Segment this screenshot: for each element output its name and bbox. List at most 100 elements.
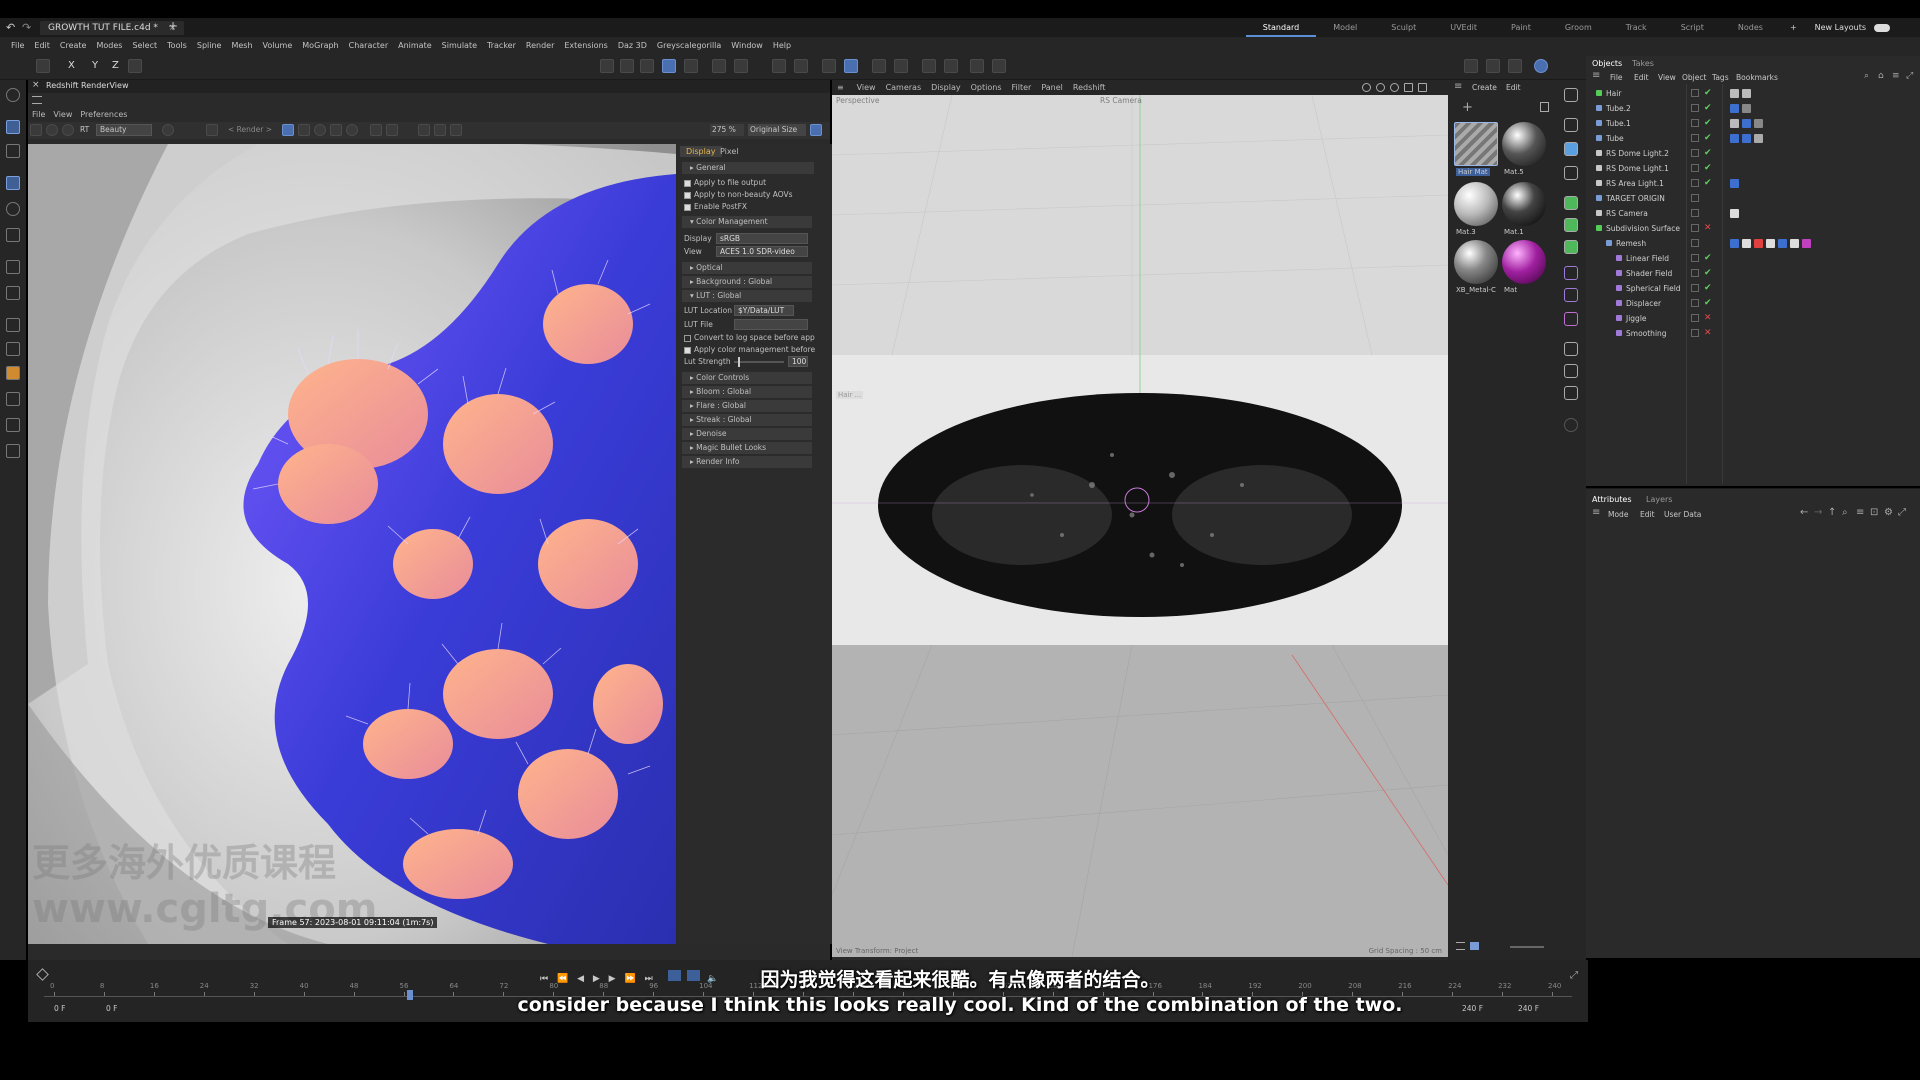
interactive-render-icon[interactable] xyxy=(1534,59,1548,73)
menu-daz-3d[interactable]: Daz 3D xyxy=(613,37,652,54)
layer-flag-icon[interactable] xyxy=(1691,134,1699,142)
object-row[interactable]: RS Dome Light.1 ✔ xyxy=(1586,161,1920,176)
menu-help[interactable]: Help xyxy=(768,37,796,54)
section-denoise[interactable]: ▸ Denoise xyxy=(682,428,812,440)
object-row[interactable]: Displacer ✔ xyxy=(1586,296,1920,311)
snapshot-icon[interactable] xyxy=(30,124,42,136)
volume-icon[interactable] xyxy=(1564,288,1578,302)
search-icon[interactable] xyxy=(6,88,20,102)
axis-y-button[interactable]: Y xyxy=(92,60,98,71)
enabled-check-icon[interactable]: ✔ xyxy=(1704,251,1712,266)
cube-icon[interactable] xyxy=(1564,142,1578,156)
expand-icon[interactable]: ⤢ xyxy=(1906,71,1913,81)
section-general[interactable]: ▸ General xyxy=(682,162,814,174)
enabled-check-icon[interactable]: ✔ xyxy=(1704,281,1712,296)
menu-create[interactable]: Create xyxy=(55,37,92,54)
layer-flag-icon[interactable] xyxy=(1691,194,1699,202)
axis-tool-icon[interactable] xyxy=(6,286,20,300)
viewport-menu-display[interactable]: Display xyxy=(926,83,966,92)
axis-z-button[interactable]: Z xyxy=(112,60,119,71)
menu-greyscalegorilla[interactable]: Greyscalegorilla xyxy=(652,37,726,54)
render-region-icon[interactable] xyxy=(872,59,886,73)
render-dropdown[interactable]: < Render > xyxy=(228,125,272,134)
model-mode-icon[interactable] xyxy=(662,59,676,73)
renderview-menu-file[interactable]: File xyxy=(28,110,49,119)
menu-character[interactable]: Character xyxy=(344,37,394,54)
object-tag-icon[interactable] xyxy=(1754,239,1763,248)
viewport-menu-redshift[interactable]: Redshift xyxy=(1068,83,1110,92)
menu-volume[interactable]: Volume xyxy=(258,37,298,54)
hamburger-icon[interactable]: ≡ xyxy=(1454,81,1462,92)
section-streak[interactable]: ▸ Streak : Global xyxy=(682,414,812,426)
enabled-check-icon[interactable]: ✔ xyxy=(1704,101,1712,116)
attr-menu-mode[interactable]: Mode xyxy=(1608,510,1628,519)
attr-menu-edit[interactable]: Edit xyxy=(1640,510,1655,519)
sculpt-tool-icon[interactable] xyxy=(6,366,20,380)
grid-view-icon[interactable] xyxy=(1470,942,1479,950)
axis-mode-icon[interactable] xyxy=(712,59,726,73)
object-row[interactable]: TARGET ORIGIN xyxy=(1586,191,1920,206)
render-to-pv-icon[interactable] xyxy=(1464,59,1478,73)
layer-flag-icon[interactable] xyxy=(1691,149,1699,157)
add-material-icon[interactable]: + xyxy=(1462,100,1473,115)
viewport-rotate-icon[interactable] xyxy=(1376,83,1385,92)
save-image-icon[interactable] xyxy=(418,124,430,136)
object-row[interactable]: Tube ✔ xyxy=(1586,131,1920,146)
viewport-menu-view[interactable]: View xyxy=(852,83,881,92)
object-name[interactable]: RS Dome Light.2 xyxy=(1606,146,1669,161)
display-dropdown[interactable]: sRGB xyxy=(716,233,808,244)
live-selection-icon[interactable] xyxy=(6,120,20,134)
object-name[interactable]: RS Camera xyxy=(1606,206,1648,221)
object-name[interactable]: Shader Field xyxy=(1626,266,1672,281)
enabled-check-icon[interactable]: ✔ xyxy=(1704,176,1712,191)
octane-icon[interactable] xyxy=(992,59,1006,73)
object-row[interactable]: Subdivision Surface ✕ xyxy=(1586,221,1920,236)
start-render-icon[interactable] xyxy=(46,124,58,136)
convert-log-checkbox[interactable]: Convert to log space before app xyxy=(684,333,815,343)
close-panel-icon[interactable]: × xyxy=(32,80,40,90)
object-menu-object[interactable]: Object xyxy=(1682,73,1706,82)
lock-icon[interactable]: ⊡ xyxy=(1870,507,1878,518)
knife-tool-icon[interactable] xyxy=(6,418,20,432)
enabled-check-icon[interactable]: ✔ xyxy=(1704,131,1712,146)
material-swatch-mat[interactable] xyxy=(1502,240,1546,284)
object-tag-icon[interactable] xyxy=(1766,239,1775,248)
menu-select[interactable]: Select xyxy=(127,37,162,54)
section-background[interactable]: ▸ Background : Global xyxy=(682,276,812,288)
panel-toggle-icon[interactable] xyxy=(810,124,822,136)
viewport-menu-options[interactable]: Options xyxy=(966,83,1007,92)
object-name[interactable]: Jiggle xyxy=(1626,311,1647,326)
layer-flag-icon[interactable] xyxy=(1691,314,1699,322)
view-dropdown[interactable]: ACES 1.0 SDR-video xyxy=(716,246,808,257)
uv-mode-icon[interactable] xyxy=(684,59,698,73)
layer-flag-icon[interactable] xyxy=(1691,104,1699,112)
layer-flag-icon[interactable] xyxy=(1691,224,1699,232)
layer-flag-icon[interactable] xyxy=(1691,329,1699,337)
hamburger-icon[interactable]: ≡ xyxy=(1592,507,1600,518)
perspective-label[interactable]: Perspective xyxy=(836,96,879,105)
layout-tab-groom[interactable]: Groom xyxy=(1548,21,1609,37)
menu-window[interactable]: Window xyxy=(726,37,768,54)
object-name[interactable]: Tube.1 xyxy=(1606,116,1631,131)
search-icon[interactable]: ⌕ xyxy=(1842,507,1848,518)
object-menu-view[interactable]: View xyxy=(1658,73,1676,82)
section-lut[interactable]: ▾ LUT : Global xyxy=(682,290,812,302)
apply-nonbeauty-checkbox[interactable]: Apply to non-beauty AOVs xyxy=(684,190,793,200)
viewport-maximize-icon[interactable] xyxy=(1418,83,1427,92)
layer-flag-icon[interactable] xyxy=(1691,284,1699,292)
layer-flag-icon[interactable] xyxy=(1691,239,1699,247)
tab-takes[interactable]: Takes xyxy=(1632,59,1654,68)
enabled-check-icon[interactable]: ✔ xyxy=(1704,86,1712,101)
object-tag-icon[interactable] xyxy=(1802,239,1811,248)
viewport-scene[interactable]: Perspective RS Camera Hair ... View Tran… xyxy=(832,95,1448,957)
back-arrow-icon[interactable]: ← xyxy=(1800,507,1808,518)
section-render-info[interactable]: ▸ Render Info xyxy=(682,456,812,468)
viewport-menu-filter[interactable]: Filter xyxy=(1007,83,1037,92)
layer-flag-icon[interactable] xyxy=(1691,119,1699,127)
object-row[interactable]: Tube.1 ✔ xyxy=(1586,116,1920,131)
material-swatch-mat1[interactable] xyxy=(1502,182,1546,226)
object-name[interactable]: Spherical Field xyxy=(1626,281,1681,296)
layer-flag-icon[interactable] xyxy=(1691,209,1699,217)
expand-icon[interactable]: ⤢ xyxy=(1898,507,1906,518)
viewport-zoom-icon[interactable] xyxy=(1390,83,1399,92)
